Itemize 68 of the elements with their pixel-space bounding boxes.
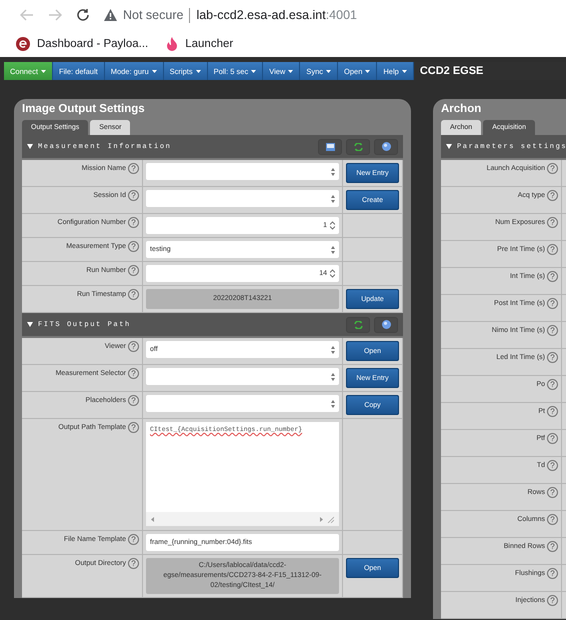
reload-icon[interactable] bbox=[76, 8, 90, 22]
panel-title: Image Output Settings bbox=[22, 103, 145, 117]
help-icon[interactable]: ? bbox=[547, 244, 558, 255]
select-field[interactable] bbox=[146, 395, 339, 412]
dropdown-icon bbox=[331, 346, 335, 354]
refresh-icon bbox=[354, 320, 362, 328]
help-icon[interactable]: ? bbox=[547, 298, 558, 309]
help-icon[interactable]: ? bbox=[547, 325, 558, 336]
help-icon[interactable]: ? bbox=[547, 163, 558, 174]
help-icon[interactable]: ? bbox=[547, 271, 558, 282]
spinner-icon[interactable] bbox=[330, 269, 335, 278]
help-icon[interactable]: ? bbox=[547, 190, 558, 201]
bookmark[interactable]: Dashboard - Payloa... bbox=[16, 36, 148, 50]
help-icon[interactable]: ? bbox=[547, 514, 558, 525]
help-icon[interactable]: ? bbox=[128, 534, 139, 545]
help-icon[interactable]: ? bbox=[547, 541, 558, 552]
help-icon[interactable]: ? bbox=[547, 568, 558, 579]
bookmark[interactable]: Launcher bbox=[166, 36, 234, 50]
help-icon[interactable]: ? bbox=[128, 395, 139, 406]
help-icon[interactable]: ? bbox=[128, 368, 139, 379]
help-icon[interactable]: ? bbox=[128, 558, 139, 569]
help-icon[interactable]: ? bbox=[128, 341, 139, 352]
dropdown-icon bbox=[331, 372, 335, 380]
disclosure-icon[interactable] bbox=[446, 144, 452, 149]
panel-title: Archon bbox=[441, 103, 482, 117]
help-icon[interactable]: ? bbox=[547, 217, 558, 228]
resize-handle-icon[interactable] bbox=[327, 516, 334, 522]
address-bar[interactable]: lab-ccd2.esa-ad.esa.int:4001 bbox=[196, 8, 357, 22]
help-icon[interactable]: ? bbox=[547, 406, 558, 417]
dropdown-icon bbox=[331, 168, 335, 176]
refresh-button[interactable] bbox=[346, 138, 370, 154]
disclosure-icon[interactable] bbox=[27, 144, 33, 149]
select-field[interactable] bbox=[146, 368, 339, 385]
image-icon bbox=[326, 142, 334, 150]
globe-icon bbox=[382, 142, 390, 151]
select-field[interactable] bbox=[146, 190, 339, 207]
scrollbar[interactable] bbox=[146, 512, 339, 526]
help-icon[interactable]: ? bbox=[547, 460, 558, 471]
logo-icon bbox=[16, 36, 30, 50]
scroll-left-icon[interactable] bbox=[151, 516, 154, 522]
security-label[interactable]: Not secure bbox=[123, 8, 184, 22]
refresh-icon bbox=[354, 142, 362, 150]
dropdown-icon bbox=[331, 400, 335, 408]
help-icon[interactable]: ? bbox=[128, 265, 139, 276]
image-button[interactable] bbox=[318, 138, 342, 154]
help-icon[interactable]: ? bbox=[128, 422, 139, 433]
help-icon[interactable]: ? bbox=[128, 241, 139, 252]
help-icon[interactable]: ? bbox=[128, 289, 139, 300]
help-icon[interactable]: ? bbox=[547, 379, 558, 390]
spinner-icon[interactable] bbox=[330, 221, 335, 230]
disclosure-icon[interactable] bbox=[27, 322, 33, 327]
dropdown-icon bbox=[331, 246, 335, 254]
help-icon[interactable]: ? bbox=[128, 190, 139, 201]
scroll-right-icon[interactable] bbox=[320, 516, 323, 522]
help-icon[interactable]: ? bbox=[128, 163, 139, 174]
select-field[interactable] bbox=[146, 163, 339, 180]
dropdown-icon bbox=[331, 194, 335, 202]
globe-button[interactable] bbox=[374, 316, 398, 332]
help-icon[interactable]: ? bbox=[547, 487, 558, 498]
app-title: CCD2 EGSE bbox=[418, 64, 484, 79]
help-icon[interactable]: ? bbox=[547, 433, 558, 444]
globe-button[interactable] bbox=[374, 138, 398, 154]
globe-icon bbox=[382, 320, 390, 329]
help-icon[interactable]: ? bbox=[128, 217, 139, 228]
help-icon[interactable]: ? bbox=[547, 595, 558, 606]
flame-icon bbox=[166, 36, 178, 50]
help-icon[interactable]: ? bbox=[547, 352, 558, 363]
refresh-button[interactable] bbox=[346, 316, 370, 332]
